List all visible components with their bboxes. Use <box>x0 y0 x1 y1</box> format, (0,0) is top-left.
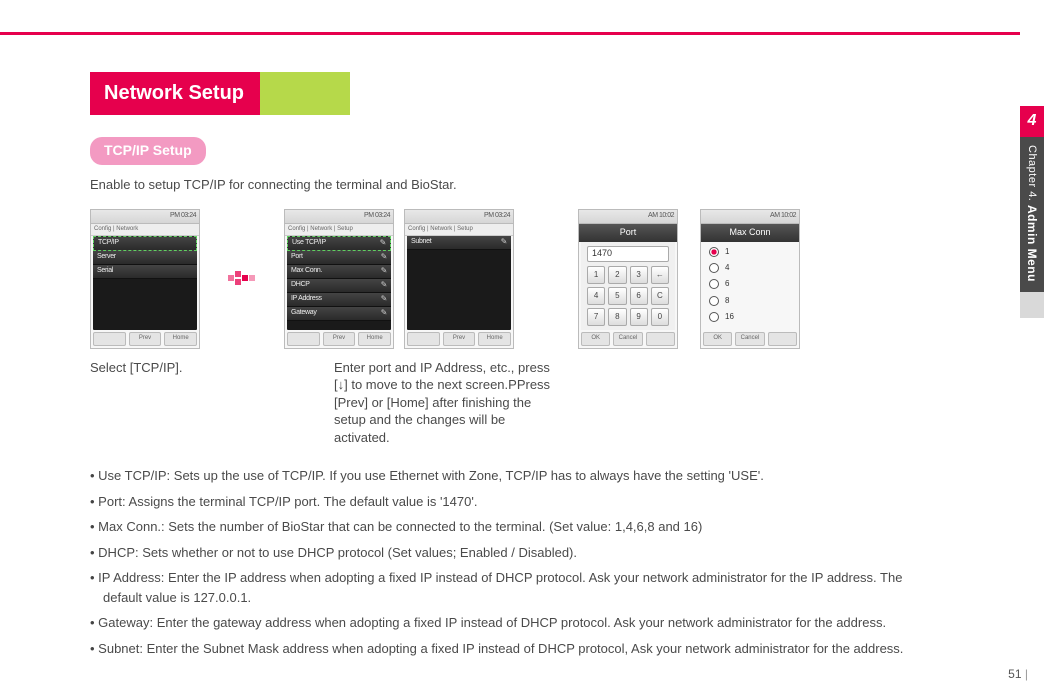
keypad-key-clear[interactable]: C <box>651 287 669 305</box>
list-item[interactable]: IP Address✎ <box>287 293 391 307</box>
keypad-key[interactable]: 9 <box>630 308 648 326</box>
status-bar: PM 03:24 <box>285 210 393 224</box>
section-title: Network Setup <box>90 72 260 115</box>
side-tab-tail <box>1020 292 1044 318</box>
list-item[interactable]: Subnet✎ <box>407 236 511 250</box>
list-item[interactable]: Max Conn.✎ <box>287 265 391 279</box>
radio-option[interactable]: 16 <box>709 311 791 323</box>
list-item[interactable]: Gateway✎ <box>287 307 391 321</box>
home-button[interactable]: Home <box>478 332 511 346</box>
soft-button[interactable] <box>287 332 320 346</box>
pencil-icon: ✎ <box>381 293 387 305</box>
prev-button[interactable]: Prev <box>129 332 162 346</box>
intro-text: Enable to setup TCP/IP for connecting th… <box>90 175 935 195</box>
prev-button[interactable]: Prev <box>443 332 476 346</box>
radio-option[interactable]: 1 <box>709 246 791 258</box>
caption-1: Select [TCP/IP]. <box>90 359 250 447</box>
soft-button[interactable] <box>93 332 126 346</box>
list-item[interactable]: Port✎ <box>287 251 391 265</box>
soft-button[interactable] <box>407 332 440 346</box>
bullet-item: IP Address: Enter the IP address when ad… <box>90 568 935 607</box>
keypad-key-back[interactable]: ← <box>651 266 669 284</box>
pencil-icon: ✎ <box>381 307 387 319</box>
chapter-number: 4 <box>1020 106 1044 137</box>
radio-option[interactable]: 6 <box>709 278 791 290</box>
chapter-pre: Chapter 4. <box>1026 145 1038 201</box>
keypad-key[interactable]: 7 <box>587 308 605 326</box>
bullet-item: Gateway: Enter the gateway address when … <box>90 613 935 633</box>
radio-icon <box>709 247 719 257</box>
side-chapter-tab: 4 Chapter 4. Admin Menu <box>1020 106 1044 318</box>
keypad-key[interactable]: 1 <box>587 266 605 284</box>
top-accent-bar <box>0 32 1020 35</box>
screen-breadcrumb: Config | Network <box>91 224 199 236</box>
pencil-icon: ✎ <box>501 236 507 248</box>
keypad-key[interactable]: 5 <box>608 287 626 305</box>
status-bar: AM 10:02 <box>579 210 677 224</box>
status-bar: PM 03:24 <box>91 210 199 224</box>
list-item[interactable]: Use TCP/IP✎ <box>287 236 391 251</box>
bullet-item: Port: Assigns the terminal TCP/IP port. … <box>90 492 935 512</box>
list-item[interactable]: DHCP✎ <box>287 279 391 293</box>
radio-option[interactable]: 8 <box>709 295 791 307</box>
flow-arrow <box>222 209 262 349</box>
prev-button[interactable]: Prev <box>323 332 356 346</box>
home-button[interactable]: Home <box>164 332 197 346</box>
subsection-pill: TCP/IP Setup <box>90 137 206 165</box>
bullet-item: Use TCP/IP: Sets up the use of TCP/IP. I… <box>90 466 935 486</box>
radio-icon <box>709 279 719 289</box>
cancel-button[interactable]: Cancel <box>735 332 764 346</box>
heading-accent <box>260 72 350 115</box>
dialog-title: Max Conn <box>701 224 799 242</box>
radio-icon <box>709 263 719 273</box>
radio-icon <box>709 312 719 322</box>
bullet-item: Subnet: Enter the Subnet Mask address wh… <box>90 639 935 659</box>
keypad-key[interactable]: 3 <box>630 266 648 284</box>
description-list: Use TCP/IP: Sets up the use of TCP/IP. I… <box>90 466 935 658</box>
dialog-title: Port <box>579 224 677 242</box>
screen-breadcrumb: Config | Network | Setup <box>405 224 513 236</box>
page-number: 51 | <box>1008 665 1028 683</box>
keypad-key[interactable]: 4 <box>587 287 605 305</box>
pencil-icon: ✎ <box>380 237 386 249</box>
keypad-key[interactable]: 8 <box>608 308 626 326</box>
pencil-icon: ✎ <box>381 279 387 291</box>
screen-breadcrumb: Config | Network | Setup <box>285 224 393 236</box>
ok-button[interactable]: OK <box>581 332 610 346</box>
screenshot-captions: Select [TCP/IP]. Enter port and IP Addre… <box>90 359 935 447</box>
list-item[interactable]: Server <box>93 251 197 265</box>
keypad-key[interactable]: 2 <box>608 266 626 284</box>
status-bar: AM 10:02 <box>701 210 799 224</box>
list-item[interactable]: Serial <box>93 265 197 279</box>
port-input[interactable]: 1470 <box>587 246 669 262</box>
keypad-key[interactable]: 6 <box>630 287 648 305</box>
bullet-item: Max Conn.: Sets the number of BioStar th… <box>90 517 935 537</box>
screenshot-select-tcpip: PM 03:24 Config | Network TCP/IP Server … <box>90 209 200 349</box>
screenshot-port-keypad: AM 10:02 Port 1470 1 2 3 ← 4 5 6 C 7 8 9… <box>578 209 678 349</box>
home-button[interactable]: Home <box>358 332 391 346</box>
cancel-button[interactable]: Cancel <box>613 332 642 346</box>
radio-icon <box>709 296 719 306</box>
list-item[interactable]: TCP/IP <box>93 236 197 251</box>
section-heading: Network Setup <box>90 72 935 115</box>
screenshot-row: PM 03:24 Config | Network TCP/IP Server … <box>90 209 935 349</box>
status-bar: PM 03:24 <box>405 210 513 224</box>
screenshot-tcpip-setup-1: PM 03:24 Config | Network | Setup Use TC… <box>284 209 394 349</box>
pencil-icon: ✎ <box>381 251 387 263</box>
bullet-item: DHCP: Sets whether or not to use DHCP pr… <box>90 543 935 563</box>
pencil-icon: ✎ <box>381 265 387 277</box>
caption-2: Enter port and IP Address, etc., press [… <box>334 359 564 447</box>
chapter-title-side: Admin Menu <box>1025 205 1039 282</box>
ok-button[interactable]: OK <box>703 332 732 346</box>
soft-button[interactable] <box>768 332 797 346</box>
keypad-key[interactable]: 0 <box>651 308 669 326</box>
screenshot-maxconn: AM 10:02 Max Conn 1 4 6 8 16 OK Cancel <box>700 209 800 349</box>
soft-button[interactable] <box>646 332 675 346</box>
screenshot-tcpip-setup-2: PM 03:24 Config | Network | Setup Subnet… <box>404 209 514 349</box>
radio-option[interactable]: 4 <box>709 262 791 274</box>
